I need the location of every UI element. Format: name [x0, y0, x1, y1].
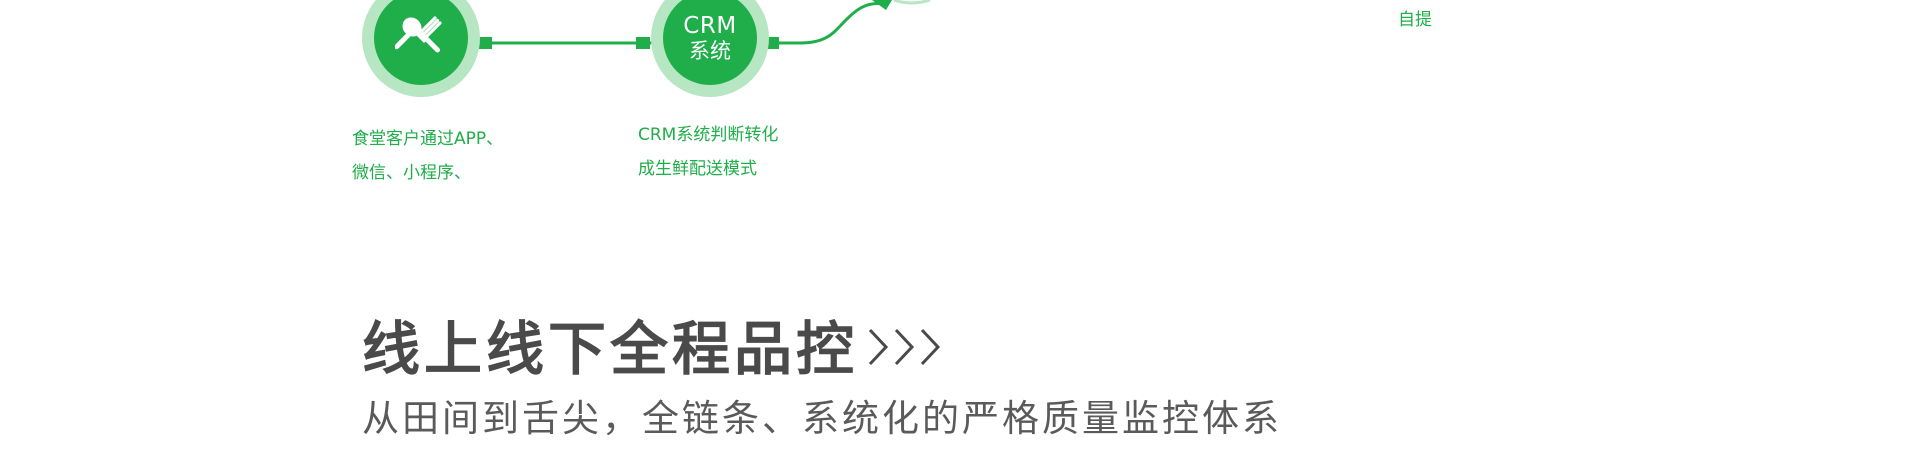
- caption-line: CRM系统判断转化: [638, 125, 779, 145]
- crm-node-subtitle: 系统: [689, 39, 731, 64]
- caption-line: 成生鲜配送模式: [638, 159, 757, 179]
- section-title: 线上线下全程品控: [362, 315, 859, 383]
- utensils-icon: [395, 16, 442, 53]
- flow-node-app-caption: 食堂客户通过APP、 微信、小程序、: [352, 122, 503, 190]
- crm-node-title: CRM: [683, 12, 737, 39]
- caption-line: 微信、小程序、: [352, 163, 471, 183]
- caption-line: 食堂客户通过APP、: [352, 129, 504, 149]
- triple-chevron-right-icon: [868, 328, 941, 366]
- section-subtitle: 从田间到舌尖，全链条、系统化的严格质量监控体系: [362, 397, 1282, 440]
- pickup-label: 自提: [1398, 10, 1432, 30]
- flow-node-crm-caption: CRM系统判断转化 成生鲜配送模式: [638, 118, 778, 186]
- flow-connector: [475, 0, 931, 49]
